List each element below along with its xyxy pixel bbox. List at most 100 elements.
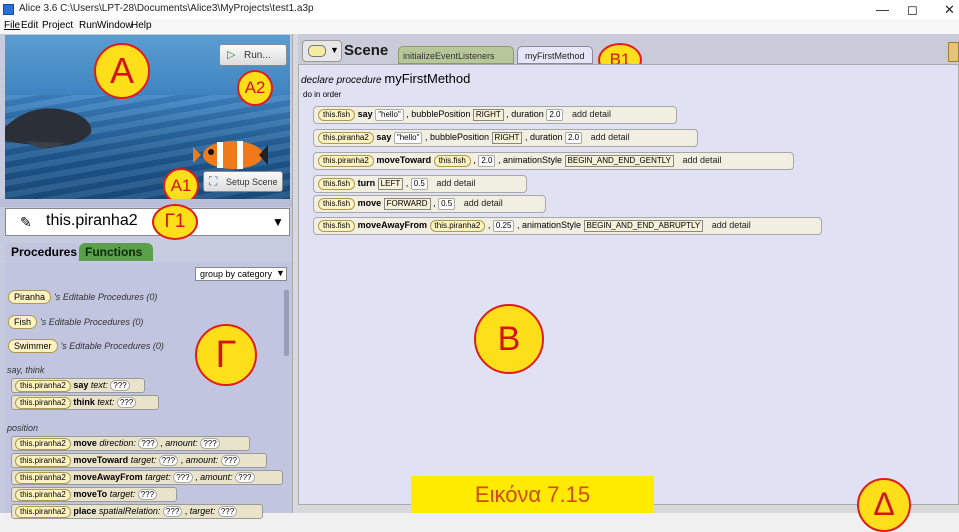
close-icon[interactable]: ✕ [944, 2, 955, 18]
enum-value[interactable]: BEGIN_AND_END_GENTLY [564, 155, 674, 167]
statement-row[interactable]: this.piranha2 say "hello" , bubblePositi… [313, 129, 698, 147]
enum-value[interactable]: FORWARD [383, 198, 431, 210]
chevron-down-icon[interactable]: ▼ [272, 215, 284, 229]
splitter-handle[interactable] [0, 199, 292, 207]
tab-functions[interactable]: Functions [79, 243, 153, 261]
play-icon: ▷ [227, 49, 236, 61]
setup-icon: ⛶ [209, 174, 218, 188]
procedure-tile[interactable]: this.piranha2 moveAwayFrom target: ??? ,… [11, 470, 283, 485]
class-pill: Piranha [8, 290, 52, 304]
param-value: ??? [162, 506, 183, 517]
statement-row[interactable]: this.fish move FORWARD , 0.5 add detail [313, 195, 546, 213]
param-name: amount: [200, 472, 233, 482]
target-pill[interactable]: this.piranha2 [429, 220, 486, 232]
class-pill: Fish [8, 315, 38, 329]
number-value[interactable]: 2.0 [565, 132, 583, 144]
param-value: ??? [200, 438, 220, 449]
method-name: moveTo [73, 489, 108, 499]
menu-help[interactable]: Help [131, 20, 152, 31]
clownfish-shape [193, 141, 268, 169]
number-value[interactable]: 2.0 [478, 155, 496, 167]
menu-edit[interactable]: Edit [21, 20, 38, 31]
figure-caption: Εικόνα 7.15 [411, 476, 654, 513]
enum-value[interactable]: BEGIN_AND_END_ABRUPTLY [583, 220, 704, 232]
number-value[interactable]: 0.5 [438, 198, 456, 210]
object-pill: this.piranha2 [15, 397, 71, 409]
run-label: Run... [244, 50, 271, 61]
editable-row-piranha[interactable]: Piranha 's Editable Procedures (0) [8, 290, 157, 304]
editable-row-swimmer[interactable]: Swimmer 's Editable Procedures (0) [8, 339, 164, 353]
param-name: amount: [165, 438, 198, 448]
object-pill: this.piranha2 [15, 489, 71, 501]
target-pill[interactable]: this.fish [433, 155, 471, 167]
title-bar: Alice 3.6 C:\Users\LPT-28\Documents\Alic… [0, 0, 959, 19]
number-value[interactable]: 2.0 [546, 109, 564, 121]
method-name: turn [357, 178, 376, 188]
declare-prefix: declare procedure [301, 75, 382, 86]
method-name: moveToward [73, 455, 129, 465]
object-selector[interactable]: ✎ this.piranha2 ▼ [5, 208, 290, 236]
add-detail-button[interactable]: add detail [572, 109, 611, 119]
setup-label: Setup Scene [226, 177, 278, 187]
procedure-tile[interactable]: this.piranha2 place spatialRelation: ???… [11, 504, 263, 519]
enum-value[interactable]: RIGHT [491, 132, 523, 144]
param-label: , bubblePosition [406, 109, 471, 119]
editable-row-fish[interactable]: Fish 's Editable Procedures (0) [8, 315, 143, 329]
tab-procedures[interactable]: Procedures [5, 243, 79, 261]
scene-tab[interactable]: Scene [344, 42, 388, 64]
scrollbar-thumb[interactable] [284, 290, 289, 356]
param-name: target: [130, 455, 157, 465]
procedure-tile[interactable]: this.piranha2 move direction: ??? , amou… [11, 436, 250, 451]
param-label: , duration [524, 132, 563, 142]
tab-initialize-event-listeners[interactable]: initializeEventListeners [398, 46, 514, 64]
section-say-think: say, think [7, 365, 45, 375]
procedure-tile[interactable]: this.piranha2 moveToward target: ??? , a… [11, 453, 267, 468]
object-pill: this.fish [318, 178, 356, 190]
object-pill: this.piranha2 [318, 132, 374, 144]
maximize-icon[interactable]: ◻ [907, 2, 918, 18]
number-value[interactable]: 0.5 [410, 178, 428, 190]
scene-icon [308, 45, 326, 57]
statement-row[interactable]: this.piranha2 moveToward this.fish , 2.0… [313, 152, 794, 170]
menu-project[interactable]: Project [42, 20, 73, 31]
procedure-tile[interactable]: this.piranha2 say text: ??? [11, 378, 145, 393]
param-label: , animationStyle [516, 220, 581, 230]
menu-window[interactable]: Window [97, 20, 133, 31]
menu-run[interactable]: Run [79, 20, 97, 31]
method-name: place [73, 506, 97, 516]
statement-row[interactable]: this.fish say "hello" , bubblePosition R… [313, 106, 677, 124]
method-name: think [73, 397, 95, 407]
enum-value[interactable]: RIGHT [472, 109, 504, 121]
menu-bar: File Edit Project Run Window Help [0, 19, 959, 34]
clipboard-icon[interactable] [948, 42, 959, 62]
minimize-icon[interactable]: — [876, 2, 889, 17]
statement-row[interactable]: this.fish turn LEFT , 0.5 add detail [313, 175, 527, 193]
statement-row[interactable]: this.fish moveAwayFrom this.piranha2 , 0… [313, 217, 822, 235]
procedure-tile[interactable]: this.piranha2 moveTo target: ??? [11, 487, 177, 502]
editable-text: 's Editable Procedures (0) [54, 292, 158, 302]
tab-my-first-method[interactable]: myFirstMethod [517, 46, 593, 64]
object-pill: this.piranha2 [15, 380, 71, 392]
scene-dropdown[interactable]: ▼ [302, 40, 342, 62]
add-detail-button[interactable]: add detail [464, 198, 503, 208]
procedure-declaration: declare procedure myFirstMethod [301, 71, 470, 86]
chevron-down-icon: ▼ [276, 268, 285, 278]
add-detail-button[interactable]: add detail [712, 220, 751, 230]
method-name: say [357, 109, 373, 119]
enum-value[interactable]: LEFT [377, 178, 404, 190]
param-value: ??? [173, 472, 193, 483]
group-by-select[interactable]: group by category ▼ [195, 267, 287, 281]
number-value[interactable]: 0.25 [492, 220, 515, 232]
add-detail-button[interactable]: add detail [436, 178, 475, 188]
method-name: moveAwayFrom [73, 472, 143, 482]
argument-value[interactable]: "hello" [393, 132, 423, 144]
argument-value[interactable]: "hello" [375, 109, 404, 121]
piranha-shape [5, 108, 92, 149]
add-detail-button[interactable]: add detail [591, 132, 630, 142]
param-name: amount: [185, 455, 219, 465]
setup-scene-button[interactable]: ⛶ Setup Scene [203, 171, 283, 192]
menu-file[interactable]: File [4, 20, 20, 31]
add-detail-button[interactable]: add detail [682, 155, 721, 165]
run-button[interactable]: ▷ Run... [219, 44, 287, 66]
procedure-tile[interactable]: this.piranha2 think text: ??? [11, 395, 159, 410]
